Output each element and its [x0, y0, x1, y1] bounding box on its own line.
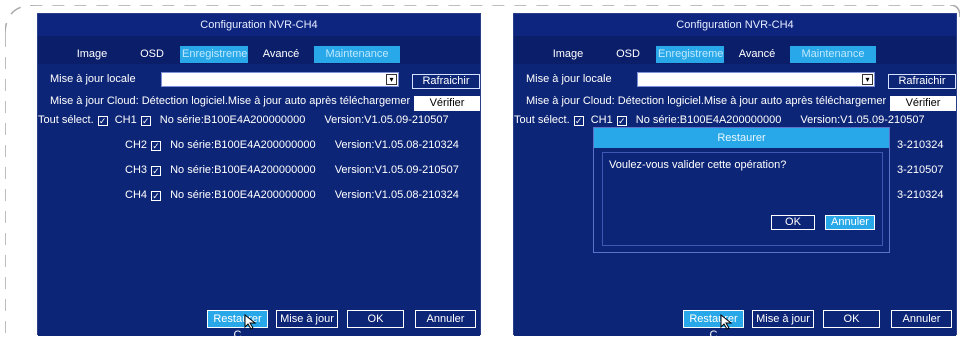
config-window-left: Configuration NVR-CH4 Image OSD Enregist…: [37, 13, 481, 341]
tab-image[interactable]: Image: [536, 46, 600, 63]
update-button[interactable]: Mise à jour: [752, 310, 814, 328]
dialog-title: Restaurer: [594, 128, 889, 148]
local-update-label: Mise à jour locale: [50, 73, 136, 85]
restore-confirm-dialog: Restaurer Voulez-vous valider cette opér…: [593, 127, 890, 253]
select-all-label: Tout sélect.: [514, 114, 570, 126]
channel-checkbox[interactable]: ✓: [151, 166, 162, 176]
tab-image[interactable]: Image: [60, 46, 124, 63]
firmware-version: Version:V1.05.09-210507: [324, 114, 449, 126]
serial-number: No série:B100E4A200000000: [170, 164, 316, 176]
cloud-update-label: Mise à jour Cloud: Détection logiciel.Mi…: [526, 95, 887, 107]
channel-row-4-version: 3-210324: [897, 189, 944, 201]
firmware-version: Version:V1.05.09-210507: [334, 164, 459, 176]
refresh-button[interactable]: Rafraichir: [412, 74, 480, 89]
channel-checkbox[interactable]: ✓: [151, 191, 162, 201]
tab-advanced[interactable]: Avancé: [724, 46, 790, 63]
local-update-label: Mise à jour locale: [526, 73, 612, 85]
channel-label: CH4: [125, 189, 148, 201]
tab-recording[interactable]: Enregistreme: [180, 46, 248, 63]
tab-maintenance[interactable]: Maintenance: [790, 46, 876, 63]
cancel-button[interactable]: Annuler: [891, 310, 952, 328]
firmware-version: Version:V1.05.08-210324: [334, 189, 459, 201]
action-bar: Restaurer C Mise à jour OK Annuler: [514, 310, 956, 341]
dialog-ok-button[interactable]: OK: [771, 215, 815, 230]
channel-row-3: CH3 ✓ No série:B100E4A200000000 Version:V…: [125, 164, 459, 176]
firmware-version: Version:V1.05.09-210507: [800, 114, 925, 126]
channel-label: CH1: [114, 114, 137, 126]
config-window-right: Configuration NVR-CH4 Image OSD Enregist…: [513, 13, 957, 341]
channel-row-1: Tout sélect. ✓ CH1 ✓ No série:B100E4A20000…: [514, 114, 925, 126]
update-button[interactable]: Mise à jour: [276, 310, 338, 328]
channel-checkbox[interactable]: ✓: [140, 116, 151, 126]
cancel-button[interactable]: Annuler: [415, 310, 476, 328]
dialog-cancel-button[interactable]: Annuler: [825, 215, 875, 230]
dialog-message: Voulez-vous valider cette opération?: [609, 159, 787, 171]
serial-number: No série:B100E4A200000000: [159, 114, 306, 126]
ok-button[interactable]: OK: [347, 310, 404, 328]
serial-number: No série:B100E4A200000000: [635, 114, 782, 126]
restore-button[interactable]: Restaurer C: [207, 310, 268, 341]
select-all-label: Tout sélect.: [38, 114, 94, 126]
action-bar: Restaurer C Mise à jour OK Annuler: [38, 310, 480, 341]
dialog-body: Voulez-vous valider cette opération? OK …: [602, 152, 883, 246]
channel-label: CH2: [125, 139, 148, 151]
select-all-checkbox[interactable]: ✓: [97, 116, 108, 126]
channel-row-2: CH2 ✓ No série:B100E4A200000000 Version:V…: [125, 139, 459, 151]
channel-checkbox[interactable]: ✓: [151, 141, 162, 151]
maintenance-content: Mise à jour locale ▾ Rafraichir Mise à j…: [38, 64, 480, 341]
serial-number: No série:B100E4A200000000: [170, 139, 316, 151]
refresh-button[interactable]: Rafraichir: [888, 74, 956, 89]
channel-checkbox[interactable]: ✓: [616, 116, 627, 126]
window-title: Configuration NVR-CH4: [38, 14, 480, 36]
verify-button[interactable]: Vérifier: [890, 96, 956, 111]
channel-row-2-version: 3-210324: [897, 139, 944, 151]
mouse-cursor-icon: [720, 314, 733, 330]
tab-maintenance[interactable]: Maintenance: [314, 46, 400, 63]
tab-osd[interactable]: OSD: [124, 46, 180, 63]
chevron-down-icon[interactable]: ▾: [862, 74, 873, 85]
tab-bar: Image OSD Enregistreme Avancé Maintenanc…: [60, 46, 400, 63]
select-all-checkbox[interactable]: ✓: [573, 116, 584, 126]
channel-row-3-version: 3-210507: [897, 164, 944, 176]
window-title: Configuration NVR-CH4: [514, 14, 956, 36]
firmware-file-select[interactable]: ▾: [637, 72, 875, 87]
channel-row-4: CH4 ✓ No série:B100E4A200000000 Version:V…: [125, 189, 459, 201]
chevron-down-icon[interactable]: ▾: [386, 74, 397, 85]
tab-recording[interactable]: Enregistreme: [656, 46, 724, 63]
tab-osd[interactable]: OSD: [600, 46, 656, 63]
channel-label: CH3: [125, 164, 148, 176]
firmware-file-select[interactable]: ▾: [161, 72, 399, 87]
verify-button[interactable]: Vérifier: [414, 96, 480, 111]
ok-button[interactable]: OK: [823, 310, 880, 328]
mouse-cursor-icon: [244, 314, 257, 330]
tab-advanced[interactable]: Avancé: [248, 46, 314, 63]
serial-number: No série:B100E4A200000000: [170, 189, 316, 201]
channel-label: CH1: [590, 114, 613, 126]
restore-button[interactable]: Restaurer C: [683, 310, 744, 341]
tab-bar: Image OSD Enregistreme Avancé Maintenanc…: [536, 46, 876, 63]
cloud-update-label: Mise à jour Cloud: Détection logiciel.Mi…: [50, 95, 411, 107]
channel-row-1: Tout sélect. ✓ CH1 ✓ No série:B100E4A20000…: [38, 114, 449, 126]
firmware-version: Version:V1.05.08-210324: [334, 139, 459, 151]
